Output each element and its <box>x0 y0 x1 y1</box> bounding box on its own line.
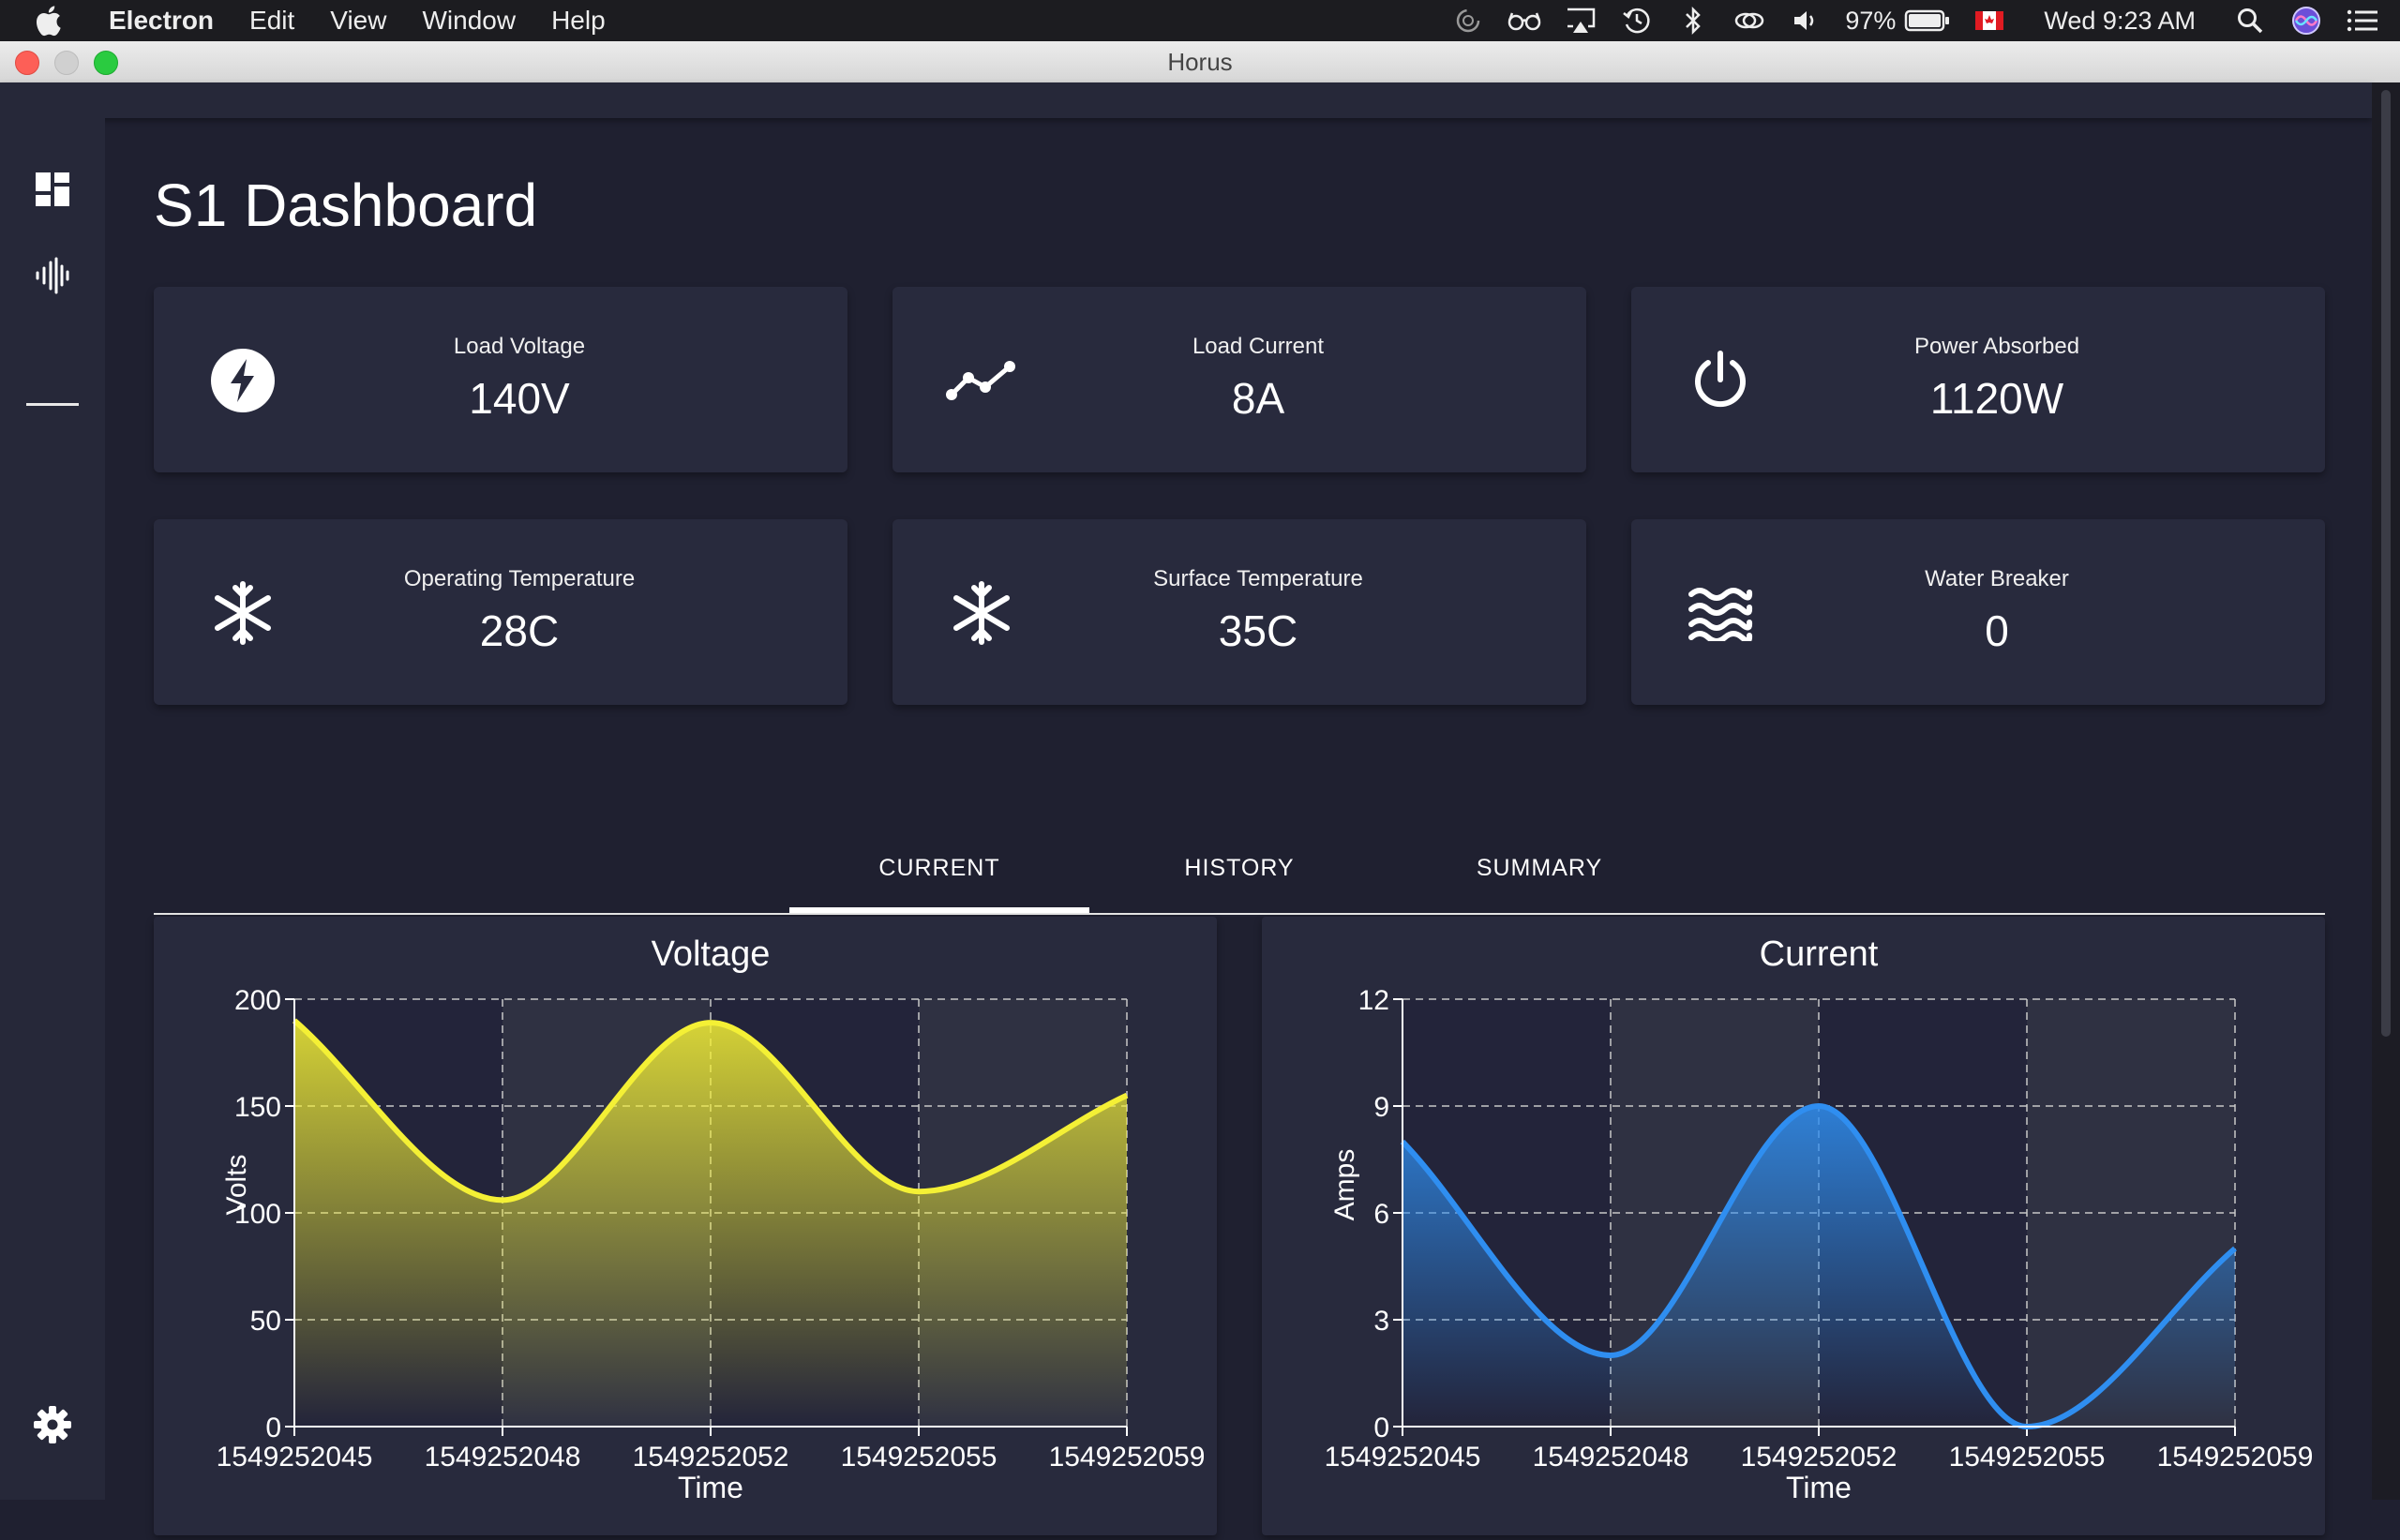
airplay-icon[interactable] <box>1562 0 1599 41</box>
voltage-chart: Voltage050100150200154925204515492520481… <box>154 917 1217 1535</box>
x-tick-label: 1549252055 <box>1949 1442 2106 1473</box>
system-menu-bar: Electron Edit View Window Help 97% <box>0 0 2400 41</box>
scrollbar-thumb[interactable] <box>2381 90 2391 1037</box>
card-label: Power Absorbed <box>1819 334 2175 360</box>
card-surface-temperature: Surface Temperature 35C <box>892 519 1586 705</box>
card-value: 35C <box>1080 606 1436 656</box>
x-tick-label: 1549252055 <box>841 1442 998 1473</box>
x-tick-label: 1549252048 <box>425 1442 581 1473</box>
card-value: 28C <box>341 606 698 656</box>
y-tick-label: 0 <box>265 1413 281 1443</box>
waves-icon <box>1678 571 1762 655</box>
battery-icon[interactable] <box>1903 0 1952 41</box>
x-tick-label: 1549252059 <box>2157 1442 2314 1473</box>
y-tick-label: 0 <box>1373 1413 1389 1443</box>
active-tab-indicator <box>789 907 1089 913</box>
card-label: Load Current <box>1080 334 1436 360</box>
tab-current[interactable]: CURRENT <box>789 823 1089 913</box>
card-value: 0 <box>1819 606 2175 656</box>
sidebar <box>0 118 105 1500</box>
siri-icon[interactable] <box>2288 0 2325 41</box>
x-tick-label: 1549252052 <box>633 1442 789 1473</box>
search-icon[interactable] <box>2231 0 2269 41</box>
card-value: 140V <box>341 373 698 424</box>
snowflake-icon <box>939 571 1024 655</box>
notification-center-icon[interactable] <box>2344 0 2381 41</box>
card-load-current: Load Current 8A <box>892 287 1586 472</box>
chart-title: Voltage <box>652 934 771 974</box>
bluetooth-icon[interactable] <box>1674 0 1712 41</box>
y-tick-label: 50 <box>250 1306 281 1337</box>
menu-help[interactable]: Help <box>551 6 606 36</box>
window-title-bar: Horus <box>0 41 2400 83</box>
trend-line-icon <box>939 338 1024 423</box>
window-controls <box>15 51 133 75</box>
tab-history[interactable]: HISTORY <box>1089 823 1389 913</box>
x-tick-label: 1549252048 <box>1533 1442 1689 1473</box>
chart-title: Current <box>1760 934 1879 974</box>
battery-percent: 97% <box>1845 7 1896 36</box>
x-tick-label: 1549252059 <box>1049 1442 1206 1473</box>
y-tick-label: 6 <box>1373 1199 1389 1230</box>
x-tick-label: 1549252045 <box>1325 1442 1481 1473</box>
menu-clock[interactable]: Wed 9:23 AM <box>2044 7 2196 36</box>
lightning-icon <box>201 338 285 423</box>
glasses-icon[interactable] <box>1506 0 1543 41</box>
snowflake-icon <box>201 571 285 655</box>
dashboard-icon <box>34 171 71 213</box>
chain-link-icon[interactable] <box>1731 0 1768 41</box>
close-window-button[interactable] <box>15 51 39 75</box>
time-machine-icon[interactable] <box>1618 0 1656 41</box>
chart-tabs: CURRENT HISTORY SUMMARY <box>154 823 2325 915</box>
y-tick-label: 9 <box>1373 1092 1389 1123</box>
window-title: Horus <box>1167 48 1232 77</box>
voltage-chart-panel: Voltage050100150200154925204515492520481… <box>154 917 1217 1535</box>
power-icon <box>1678 338 1762 423</box>
card-operating-temperature: Operating Temperature 28C <box>154 519 848 705</box>
menu-edit[interactable]: Edit <box>249 6 294 36</box>
menu-view[interactable]: View <box>330 6 386 36</box>
y-axis-label: Volts <box>221 1154 252 1215</box>
sidebar-item-settings[interactable] <box>26 1400 79 1453</box>
canada-flag-icon[interactable] <box>1971 0 2008 41</box>
y-tick-label: 200 <box>234 985 281 1016</box>
y-tick-label: 3 <box>1373 1306 1389 1337</box>
card-label: Water Breaker <box>1819 566 2175 592</box>
y-tick-label: 12 <box>1358 985 1389 1016</box>
app-top-bar <box>0 82 2372 118</box>
tab-summary[interactable]: SUMMARY <box>1389 823 1689 913</box>
card-power-absorbed: Power Absorbed 1120W <box>1631 287 2325 472</box>
page-title: S1 Dashboard <box>154 171 537 240</box>
card-label: Surface Temperature <box>1080 566 1436 592</box>
y-axis-label: Amps <box>1329 1149 1360 1221</box>
sidebar-item-signal[interactable] <box>26 251 79 304</box>
x-tick-label: 1549252045 <box>217 1442 373 1473</box>
menu-window[interactable]: Window <box>422 6 516 36</box>
sidebar-divider <box>26 403 79 406</box>
maximize-window-button[interactable] <box>94 51 118 75</box>
card-label: Operating Temperature <box>341 566 698 592</box>
minimize-window-button[interactable] <box>54 51 79 75</box>
card-label: Load Voltage <box>341 334 698 360</box>
sidebar-item-dashboard[interactable] <box>26 165 79 217</box>
waveform-icon <box>34 257 71 299</box>
menu-app-name[interactable]: Electron <box>109 6 214 36</box>
gear-icon <box>32 1404 73 1450</box>
card-value: 1120W <box>1819 373 2175 424</box>
card-load-voltage: Load Voltage 140V <box>154 287 848 472</box>
card-value: 8A <box>1080 373 1436 424</box>
spinner-status-icon[interactable] <box>1449 0 1487 41</box>
volume-icon[interactable] <box>1787 0 1824 41</box>
y-tick-label: 150 <box>234 1092 281 1123</box>
current-chart: Current 0 3 6 9 12 1549252045 1549252048 1549252… <box>1262 917 2325 1535</box>
card-water-breaker: Water Breaker 0 <box>1631 519 2325 705</box>
app-root: S1 Dashboard Load Voltage 140V Load Curr… <box>0 82 2400 1500</box>
x-tick-label: 1549252052 <box>1741 1442 1898 1473</box>
current-chart-panel: Current 0 3 6 9 12 1549252045 1549252048 1549252… <box>1262 917 2325 1535</box>
apple-icon[interactable] <box>34 0 77 41</box>
